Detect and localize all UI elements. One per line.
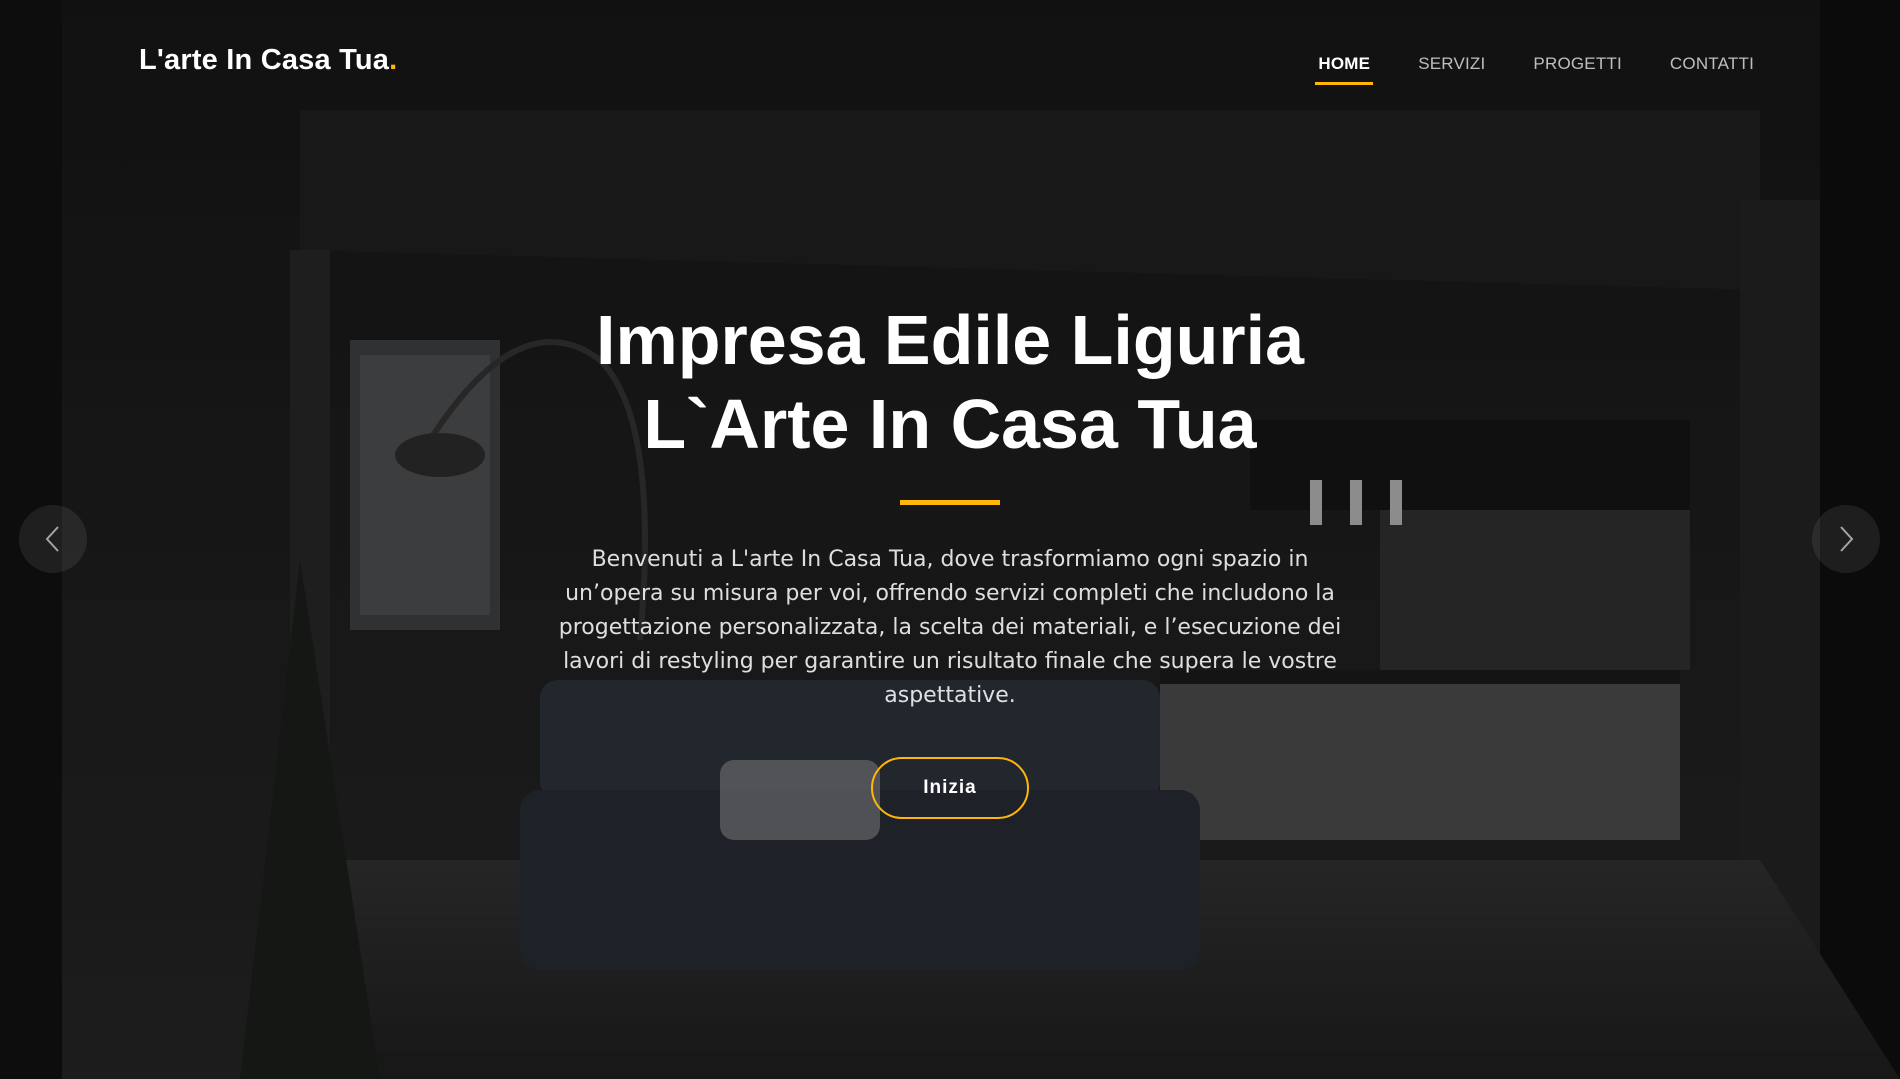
chevron-left-icon: [45, 526, 59, 552]
nav-item-progetti[interactable]: PROGETTI: [1530, 51, 1625, 85]
logo-dot: .: [389, 44, 398, 76]
site-header: L'arte In Casa Tua. HOME SERVIZI PROGETT…: [0, 0, 1900, 130]
hero-content: Impresa Edile Liguria L`Arte In Casa Tua…: [500, 298, 1400, 819]
logo-text: L'arte In Casa Tua: [139, 44, 390, 76]
hero-title-line-2: L`Arte In Casa Tua: [643, 385, 1257, 463]
inizia-button[interactable]: Inizia: [871, 757, 1029, 819]
site-logo[interactable]: L'arte In Casa Tua.: [139, 44, 397, 77]
hero-title-line-1: Impresa Edile Liguria: [596, 301, 1304, 379]
nav-item-servizi[interactable]: SERVIZI: [1415, 51, 1488, 85]
hero-title: Impresa Edile Liguria L`Arte In Casa Tua: [500, 298, 1400, 466]
carousel-prev-button[interactable]: [19, 505, 87, 573]
nav-item-home[interactable]: HOME: [1315, 51, 1374, 85]
nav-item-contatti[interactable]: CONTATTI: [1667, 51, 1757, 85]
hero-description: Benvenuti a L'arte In Casa Tua, dove tra…: [558, 547, 1342, 708]
chevron-right-icon: [1840, 526, 1854, 552]
main-nav: HOME SERVIZI PROGETTI CONTATTI: [1315, 51, 1757, 85]
title-divider: [900, 500, 1000, 505]
carousel-next-button[interactable]: [1812, 505, 1880, 573]
